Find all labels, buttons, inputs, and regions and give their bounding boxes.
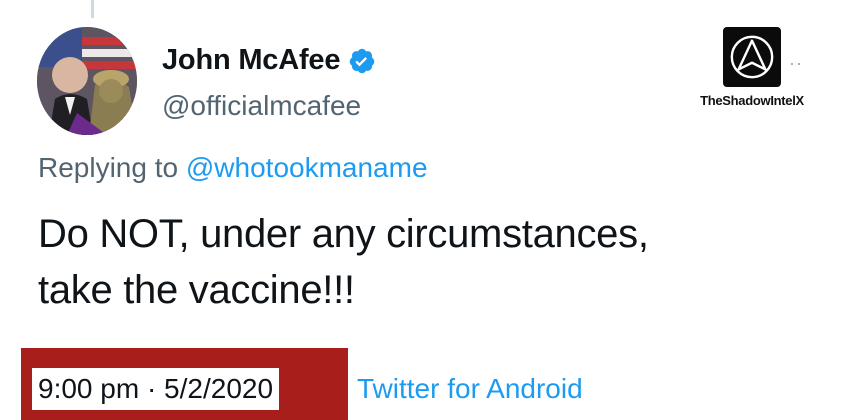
more-options-icon[interactable]: ·· [789, 53, 803, 74]
watermark: ·· TheShadowIntelX [682, 27, 822, 108]
verified-badge-icon [348, 47, 376, 75]
author-name-row[interactable]: John McAfee [162, 44, 376, 77]
avatar-image [37, 27, 137, 135]
tweet-timestamp-link[interactable]: 9:00 pm · 5/2/2020 [32, 368, 280, 410]
author-display-name[interactable]: John McAfee [162, 44, 340, 77]
thread-connector-line [91, 0, 94, 18]
replying-to-prefix: Replying to [38, 152, 179, 183]
tweet-body: Do NOT, under any circumstances, take th… [38, 206, 798, 318]
avatar[interactable] [37, 27, 137, 135]
tweet-line-2: take the vaccine!!! [38, 268, 355, 312]
tweet-source-link[interactable]: Twitter for Android [357, 368, 583, 410]
watermark-label: TheShadowIntelX [700, 93, 804, 108]
tweet-line-1: Do NOT, under any circumstances, [38, 212, 649, 256]
author-handle[interactable]: @officialmcafee [162, 90, 361, 122]
replying-to-line: Replying to @whotookmaname [38, 152, 428, 184]
reply-mention-link[interactable]: @whotookmaname [186, 152, 428, 183]
delta-emblem-icon: ·· [723, 27, 802, 87]
